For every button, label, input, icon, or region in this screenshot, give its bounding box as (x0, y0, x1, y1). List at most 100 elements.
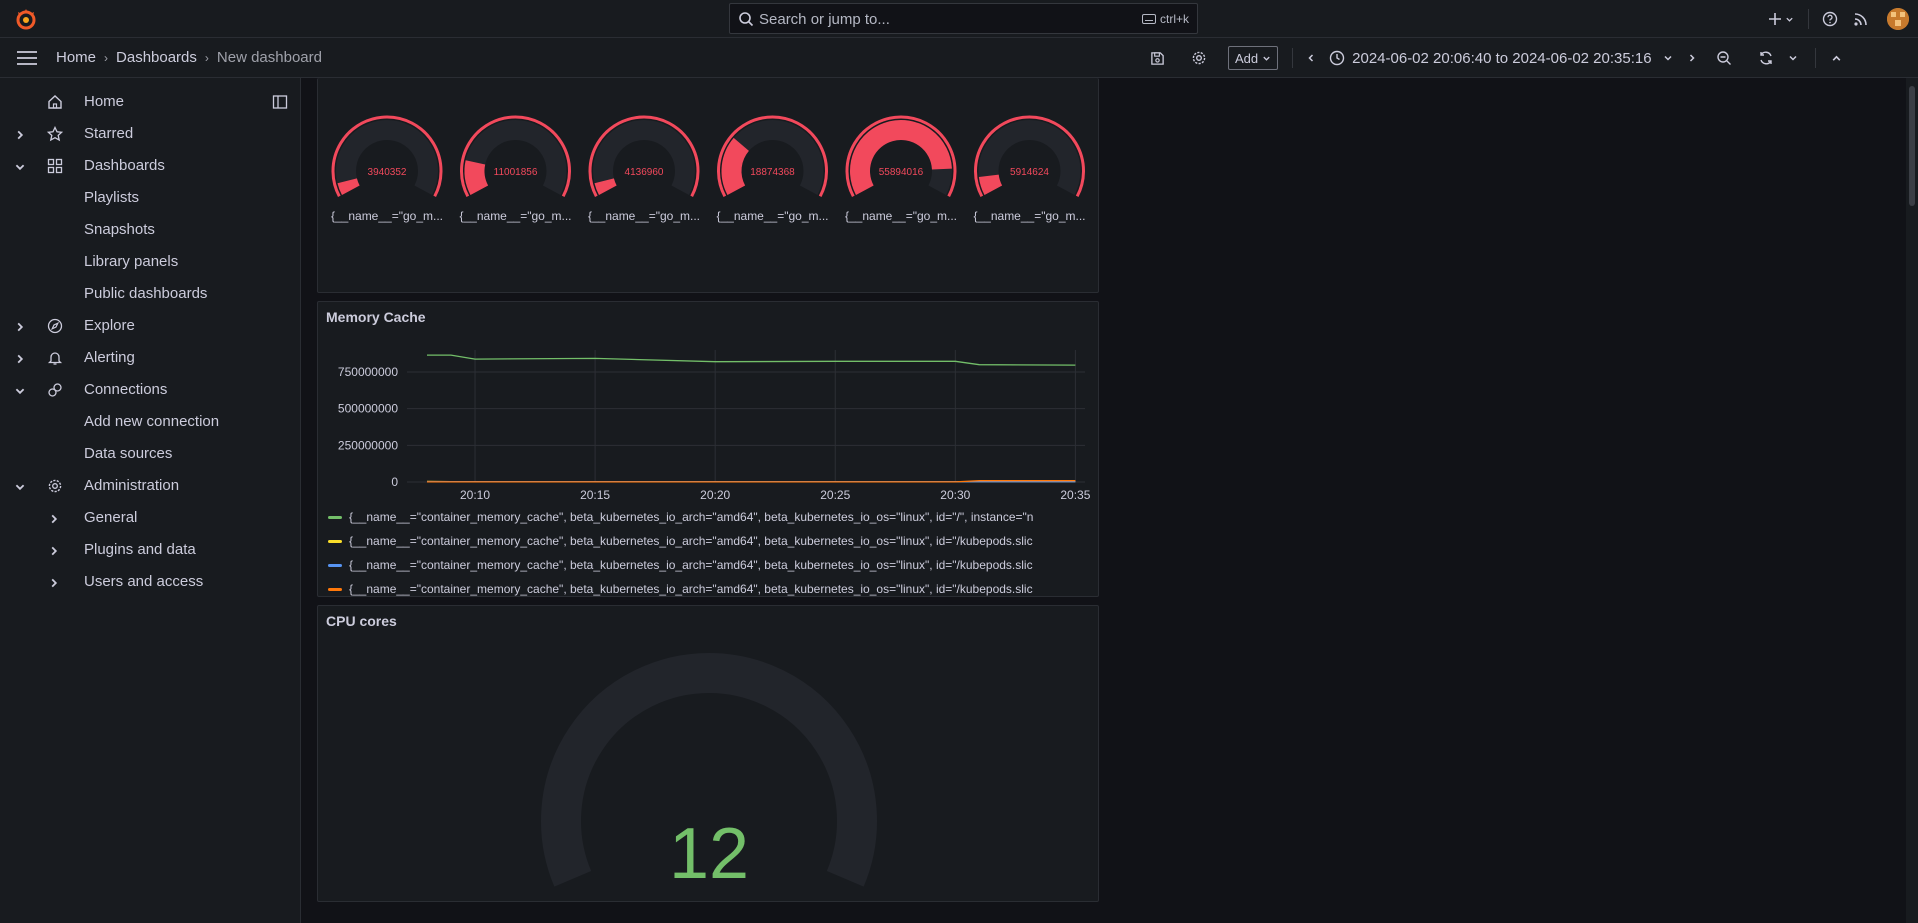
gauge-5: 55894016 (845, 115, 957, 198)
sidebar-item-users-and-access[interactable]: Users and access (0, 569, 300, 595)
sidebar-item-data-sources[interactable]: Data sources (0, 441, 300, 467)
zoom-out-icon (1716, 51, 1731, 65)
gauge-value: 3940352 (368, 167, 407, 178)
gauge-value: 4136960 (625, 167, 664, 178)
sidebar-item-plugins-and-data[interactable]: Plugins and data (0, 537, 300, 563)
gauge-value: 11001856 (494, 167, 538, 178)
chevron-right-icon[interactable] (14, 352, 26, 364)
scrollbar-thumb[interactable] (1909, 86, 1915, 206)
gauge-label: {__name__="go_m... (330, 209, 443, 223)
help-icon (1822, 11, 1838, 27)
user-avatar[interactable] (1887, 8, 1909, 30)
sidebar-item-snapshots[interactable]: Snapshots (0, 217, 300, 243)
time-range-picker[interactable]: 2024-06-02 20:06:40 to 2024-06-02 20:35:… (1329, 50, 1672, 67)
legend-item[interactable]: {__name__="container_memory_cache", beta… (328, 582, 1033, 596)
page-scrollbar[interactable] (1906, 78, 1918, 923)
add-button-label: Add (1235, 50, 1259, 66)
sidebar-item-playlists[interactable]: Playlists (0, 185, 300, 211)
legend-item[interactable]: {__name__="container_memory_cache", beta… (328, 558, 1033, 572)
sidebar-item-explore[interactable]: Explore (0, 313, 300, 339)
gauge-track (336, 120, 438, 195)
sidebar-item-public-dashboards[interactable]: Public dashboards (0, 281, 300, 307)
chevron-right-icon[interactable] (14, 128, 26, 140)
help-button[interactable] (1819, 5, 1841, 33)
menu-toggle-icon[interactable] (16, 50, 38, 69)
news-button[interactable] (1841, 5, 1881, 33)
gauge-fill (850, 120, 952, 195)
chevron-down-icon[interactable] (14, 384, 26, 396)
gauge-value: 18874368 (750, 167, 795, 178)
series-line-1[interactable] (427, 354, 1076, 366)
gauge-track (978, 120, 1081, 195)
gauge-6: 5914624 (974, 115, 1085, 198)
add-button[interactable]: Add (1228, 46, 1279, 70)
time-shift-back-button[interactable] (1299, 44, 1323, 72)
gauge-1: 3940352 (331, 115, 443, 198)
sidebar-item-alerting[interactable]: Alerting (0, 345, 300, 371)
x-tick-label: 20:20 (700, 488, 730, 502)
breadcrumb-dashboards[interactable]: Dashboards (116, 49, 197, 66)
sidebar-item-general[interactable]: General (0, 505, 300, 531)
gauge-fill (978, 174, 1003, 195)
plus-icon (1769, 13, 1781, 25)
link-icon (47, 382, 63, 398)
gauge-value: 5914624 (1010, 167, 1049, 178)
gauge-track (464, 120, 567, 195)
home-icon (47, 94, 63, 110)
time-shift-forward-button[interactable] (1679, 44, 1705, 72)
time-range-label: 2024-06-02 20:06:40 to 2024-06-02 20:35:… (1352, 49, 1652, 67)
chevron-down-icon[interactable] (14, 160, 26, 172)
refresh-button[interactable] (1749, 44, 1783, 72)
x-tick-label: 20:10 (460, 488, 490, 502)
chevron-down-icon (1786, 17, 1793, 22)
x-tick-label: 20:25 (820, 488, 850, 502)
side-navigation: Home Starred Dashboards Playlists Snapsh… (0, 78, 301, 923)
gauge-value: 55894016 (879, 167, 924, 178)
sidebar-item-home[interactable]: Home (0, 89, 300, 115)
gauge-row: 3940352 11001856 4136960 18874368 55894016 59… (331, 115, 1085, 198)
legend-item[interactable]: {__name__="container_memory_cache", beta… (328, 510, 1033, 524)
memory-cache-panel[interactable]: Memory Cache 0 250000000 500000000 75000000… (317, 301, 1099, 597)
y-tick-label: 500000000 (338, 402, 398, 416)
sidebar-item-administration[interactable]: Administration (0, 473, 300, 499)
chevron-right-icon[interactable] (48, 512, 60, 524)
gauge-fill (721, 137, 750, 195)
sidebar-item-add-new-connection[interactable]: Add new connection (0, 409, 300, 435)
gauge-2: 11001856 (460, 115, 571, 198)
cpu-gauge-value: 12 (669, 814, 749, 894)
breadcrumb-separator-icon: › (204, 50, 209, 65)
legend-item[interactable]: {__name__="container_memory_cache", beta… (328, 534, 1033, 548)
sidebar-item-library-panels[interactable]: Library panels (0, 249, 300, 275)
top-bar: Search or jump to... ctrl+k (0, 0, 1918, 38)
chevron-right-icon[interactable] (48, 576, 60, 588)
chevron-down-icon (1263, 56, 1270, 61)
save-dashboard-button[interactable] (1140, 44, 1174, 72)
zoom-out-button[interactable] (1709, 44, 1739, 72)
bell-icon (47, 350, 63, 366)
cpu-cores-panel[interactable]: CPU cores 12 (317, 605, 1099, 902)
grafana-logo-icon[interactable] (14, 7, 38, 31)
sidebar-item-starred[interactable]: Starred (0, 121, 300, 147)
collapse-toolbar-button[interactable] (1828, 44, 1846, 72)
new-dropdown-button[interactable] (1764, 5, 1798, 33)
chevron-right-icon[interactable] (14, 320, 26, 332)
sidebar-item-connections[interactable]: Connections (0, 377, 300, 403)
chevron-left-icon (1308, 54, 1314, 62)
legend-label: {__name__="container_memory_cache", beta… (349, 510, 1034, 524)
gauge-fill (337, 178, 360, 195)
sidebar-item-dashboards[interactable]: Dashboards (0, 153, 300, 179)
refresh-interval-dropdown[interactable] (1783, 44, 1803, 72)
dashboard-settings-button[interactable] (1182, 44, 1216, 72)
search-input[interactable]: Search or jump to... ctrl+k (729, 3, 1198, 34)
x-tick-label: 20:30 (940, 488, 970, 502)
chevron-right-icon[interactable] (48, 544, 60, 556)
breadcrumb-separator-icon: › (104, 50, 109, 65)
dashboard-toolbar: Home › Dashboards › New dashboard Add 20… (0, 38, 1918, 78)
chevron-down-icon[interactable] (14, 480, 26, 492)
breadcrumb-home[interactable]: Home (56, 49, 96, 66)
gauges-panel[interactable]: 3940352 11001856 4136960 18874368 55894016 59… (317, 78, 1099, 293)
legend-swatch (328, 539, 342, 543)
chart-grid (407, 350, 1085, 483)
gauge-fill (464, 160, 489, 195)
chevron-right-icon (1689, 54, 1695, 62)
